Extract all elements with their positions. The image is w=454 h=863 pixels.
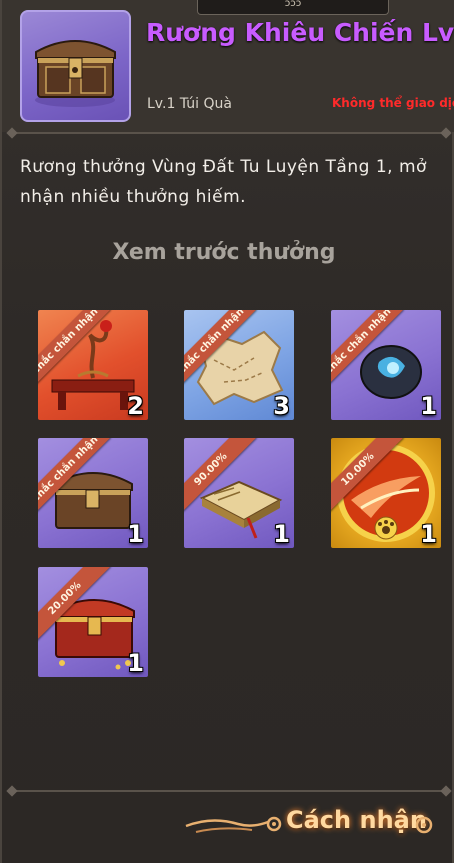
reward-slot[interactable]: Chắc chắn nhận 1 [38, 438, 148, 548]
top-tab-text: ↄↄↄ [284, 0, 302, 9]
reward-quantity: 1 [273, 520, 290, 548]
trade-status-label: Không thể giao dịch [332, 96, 454, 110]
reward-quantity: 1 [127, 520, 144, 548]
item-detail-panel: Rương Khiêu Chiến Lv1 Lv.1 Túi Quà Không… [0, 0, 454, 863]
reward-slot[interactable]: 10.00% 1 [331, 438, 441, 548]
footer-divider [10, 790, 448, 792]
reward-slot[interactable]: Chắc chắn nhận 3 [184, 310, 294, 420]
reward-preview-title: Xem trước thưởng [112, 240, 336, 265]
reward-quantity: 3 [273, 392, 290, 420]
reward-quantity: 2 [127, 392, 144, 420]
reward-quantity: 1 [127, 649, 144, 677]
reward-slot[interactable]: Chắc chắn nhận 1 [331, 310, 441, 420]
swirl-end-icon [415, 816, 433, 834]
item-title: Rương Khiêu Chiến Lv1 [146, 18, 454, 47]
item-level-type: Lv.1 Túi Quà [147, 96, 232, 112]
how-to-get-button[interactable]: Cách nhận [182, 800, 442, 844]
item-header: Rương Khiêu Chiến Lv1 Lv.1 Túi Quà Không… [2, 0, 454, 132]
cloud-swirl-icon [185, 816, 282, 833]
top-tab[interactable]: ↄↄↄ [197, 0, 389, 15]
header-divider [10, 132, 448, 134]
how-to-get-label: Cách nhận [286, 806, 427, 834]
reward-slot[interactable]: Chắc chắn nhận 2 [38, 310, 148, 420]
reward-quantity: 1 [420, 520, 437, 548]
reward-quantity: 1 [420, 392, 437, 420]
item-description: Rương thưởng Vùng Đất Tu Luyện Tầng 1, m… [20, 157, 427, 207]
treasure-chest-icon [20, 10, 131, 122]
reward-slot[interactable]: 20.00% 1 [38, 567, 148, 677]
reward-slot[interactable]: 90.00% 1 [184, 438, 294, 548]
